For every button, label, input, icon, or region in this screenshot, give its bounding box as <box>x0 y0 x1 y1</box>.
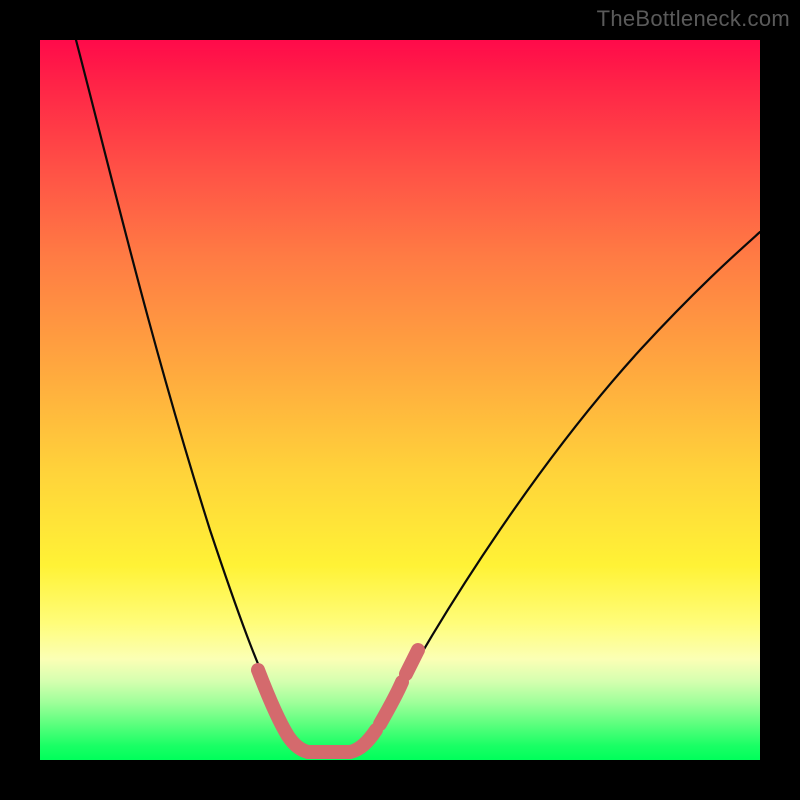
curve-layer <box>40 40 760 760</box>
watermark-text: TheBottleneck.com <box>597 6 790 32</box>
highlight-right-ascent-3 <box>406 650 418 674</box>
highlight-left-descent <box>258 670 308 752</box>
highlight-right-ascent-1 <box>350 730 376 752</box>
chart-frame: TheBottleneck.com <box>0 0 800 800</box>
plot-area <box>40 40 760 760</box>
highlight-right-ascent-2 <box>380 682 402 724</box>
